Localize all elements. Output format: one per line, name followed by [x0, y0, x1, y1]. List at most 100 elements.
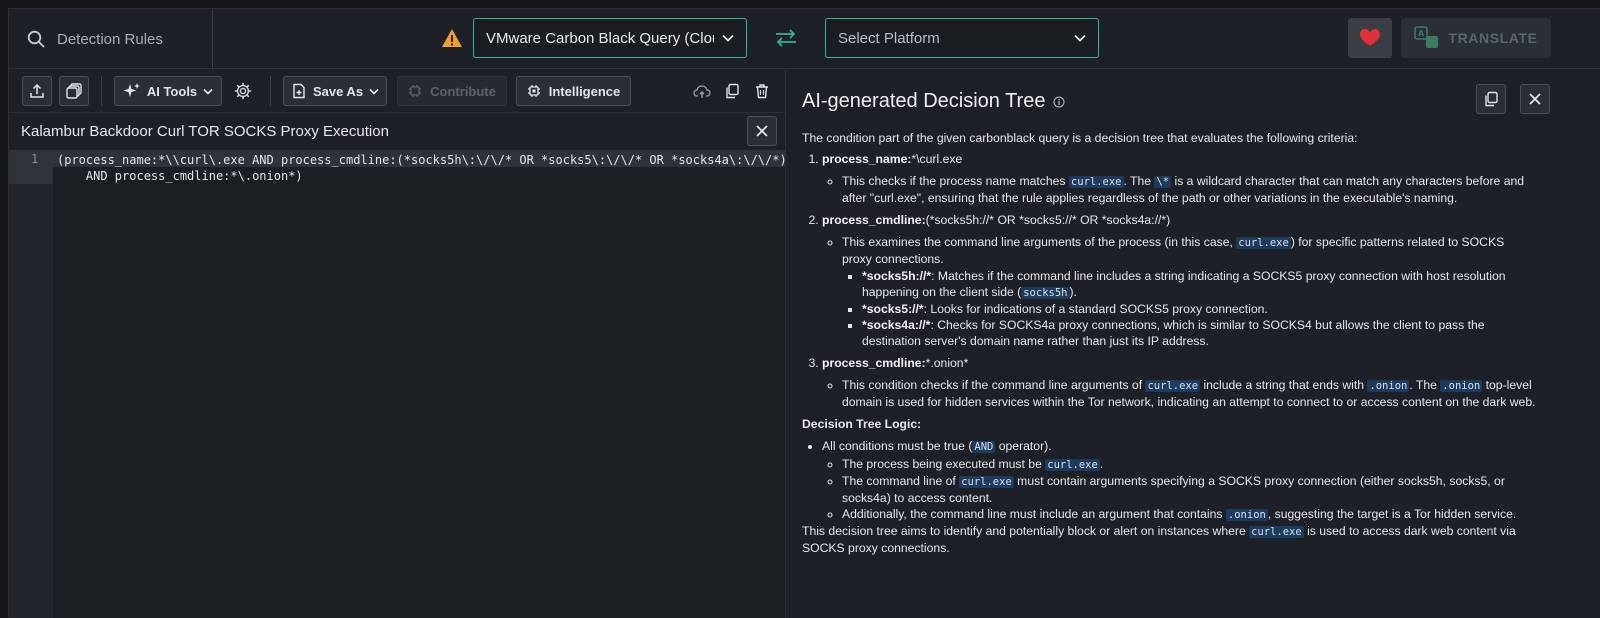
swap-icon[interactable] — [773, 27, 799, 49]
save-as-button[interactable]: Save As — [283, 76, 387, 106]
layers-icon — [66, 83, 82, 99]
code-token: curl.exe — [1068, 176, 1124, 188]
code-token: .onion — [1367, 380, 1410, 392]
cloud-upload-icon — [693, 85, 711, 98]
decision-tree-panel: AI-generated Decision Tree The condition… — [785, 70, 1600, 618]
code-line-2: AND process_cmdline:*\.onion*) — [57, 169, 303, 183]
sparkle-icon — [123, 83, 140, 97]
search-icon — [27, 30, 45, 48]
copy-icon — [1485, 91, 1498, 107]
criterion-value: *\curl.exe — [911, 152, 963, 166]
warning-icon — [442, 29, 462, 47]
criterion-item: process_cmdline:(*socks5h://* OR *socks5… — [822, 212, 1536, 349]
logic-title: Decision Tree Logic: — [802, 417, 922, 431]
code-token: socks5h — [1021, 287, 1070, 299]
editor-toolbar: AI Tools Save As Contribute Intelligence — [9, 70, 785, 112]
code-token: .onion — [1225, 509, 1268, 521]
contribute-label: Contribute — [430, 83, 496, 99]
logic-item: All conditions must be true (AND operato… — [822, 438, 1536, 523]
info-icon[interactable] — [1053, 96, 1065, 108]
target-platform-select[interactable]: Select Platform — [825, 18, 1099, 58]
sub-criterion: *socks4a://*: Checks for SOCKS4a proxy c… — [862, 317, 1536, 349]
upload-icon — [30, 83, 44, 98]
criterion-desc: This condition checks if the command lin… — [842, 377, 1536, 410]
code-token: curl.exe — [1145, 380, 1201, 392]
sub-criterion: *socks5h://*: Matches if the command lin… — [862, 268, 1536, 301]
close-icon — [1529, 93, 1541, 105]
chevron-down-icon — [369, 88, 379, 95]
toolbar-divider — [270, 76, 271, 106]
criterion-title: process_cmdline: — [822, 356, 926, 370]
intelligence-button[interactable]: Intelligence — [516, 76, 631, 106]
translate-button[interactable]: A TRANSLATE — [1401, 18, 1551, 58]
intelligence-label: Intelligence — [548, 83, 621, 99]
toolbar-divider — [101, 76, 102, 106]
line-number: 1 — [31, 152, 39, 166]
close-icon — [756, 125, 768, 137]
source-language-value: VMware Carbon Black Query (Cloud) — [486, 29, 714, 47]
chip-icon — [527, 85, 540, 97]
detection-rules-search[interactable]: Detection Rules — [9, 9, 213, 69]
panel-title-text: AI-generated Decision Tree — [802, 90, 1046, 112]
top-bar: Detection Rules VMware Carbon Black Quer… — [9, 9, 1600, 69]
criterion-item: process_cmdline:*.onion* This condition … — [822, 355, 1536, 410]
intro-text: The condition part of the given carbonbl… — [802, 131, 1358, 145]
logic-list: All conditions must be true (AND operato… — [802, 438, 1536, 523]
settings-button[interactable] — [232, 80, 254, 102]
criterion-title: process_cmdline: — [822, 213, 926, 227]
code-token: curl.exe — [1045, 459, 1100, 471]
delete-button[interactable] — [751, 80, 773, 102]
criterion-value: (*socks5h://* OR *socks5://* OR *socks4a… — [925, 213, 1171, 227]
copy-panel-button[interactable] — [1476, 84, 1506, 114]
criterion-title: process_name: — [822, 152, 912, 166]
code-token: curl.exe — [1236, 237, 1291, 249]
ai-tools-label: AI Tools — [146, 83, 198, 99]
svg-text:A: A — [1418, 29, 1425, 38]
ai-tools-button[interactable]: AI Tools — [114, 76, 222, 106]
criterion-item: process_name:*\curl.exe This checks if t… — [822, 151, 1536, 206]
chevron-down-icon — [1074, 34, 1086, 42]
logic-sub-item: The process being executed must be curl.… — [842, 456, 1536, 473]
file-save-icon — [293, 83, 305, 99]
rule-title: Kalambur Backdoor Curl TOR SOCKS Proxy E… — [21, 123, 389, 140]
source-language-select[interactable]: VMware Carbon Black Query (Cloud) — [473, 18, 747, 58]
cloud-upload-button[interactable] — [691, 80, 713, 102]
code-token: \* — [1154, 176, 1172, 188]
rule-title-bar: Kalambur Backdoor Curl TOR SOCKS Proxy E… — [9, 112, 785, 150]
code-text[interactable]: (process_name:*\\curl\.exe AND process_c… — [57, 152, 787, 184]
library-button[interactable] — [59, 76, 89, 106]
panel-content: The condition part of the given carbonbl… — [802, 130, 1536, 556]
sub-criterion: *socks5://*: Looks for indications of a … — [862, 301, 1536, 317]
chevron-down-icon — [722, 34, 734, 42]
close-panel-button[interactable] — [1520, 84, 1550, 114]
copy-code-button[interactable] — [721, 80, 743, 102]
criterion-desc: This checks if the process name matches … — [842, 173, 1536, 206]
code-editor[interactable]: 1 (process_name:*\\curl\.exe AND process… — [9, 150, 787, 618]
save-as-label: Save As — [312, 83, 364, 99]
logic-sub-item: Additionally, the command line must incl… — [842, 506, 1536, 523]
close-rule-button[interactable] — [747, 116, 777, 146]
criterion-value: *.onion* — [925, 356, 969, 370]
trash-icon — [756, 84, 768, 99]
chip-icon — [409, 85, 422, 97]
code-token: curl.exe — [959, 476, 1014, 488]
panel-title: AI-generated Decision Tree — [802, 90, 1065, 113]
editor-pane: AI Tools Save As Contribute Intelligence… — [9, 70, 787, 618]
upload-button[interactable] — [22, 76, 52, 106]
logic-sub-item: The command line of curl.exe must contai… — [842, 473, 1536, 506]
criterion-desc: This examines the command line arguments… — [842, 234, 1536, 349]
copy-icon — [726, 83, 739, 99]
heart-icon — [1360, 29, 1380, 46]
platform-placeholder: Select Platform — [838, 29, 940, 47]
search-label: Detection Rules — [57, 30, 163, 48]
translate-icon: A — [1414, 26, 1439, 48]
app-window: Detection Rules VMware Carbon Black Quer… — [8, 8, 1600, 618]
contribute-button[interactable]: Contribute — [397, 76, 507, 106]
code-line-1: (process_name:*\\curl\.exe AND process_c… — [57, 153, 787, 167]
favorite-button[interactable] — [1348, 18, 1392, 58]
gear-icon — [234, 82, 252, 100]
code-token: AND — [972, 441, 996, 453]
translate-label: TRANSLATE — [1448, 30, 1538, 46]
code-token: .onion — [1440, 380, 1483, 392]
chevron-down-icon — [203, 88, 213, 95]
